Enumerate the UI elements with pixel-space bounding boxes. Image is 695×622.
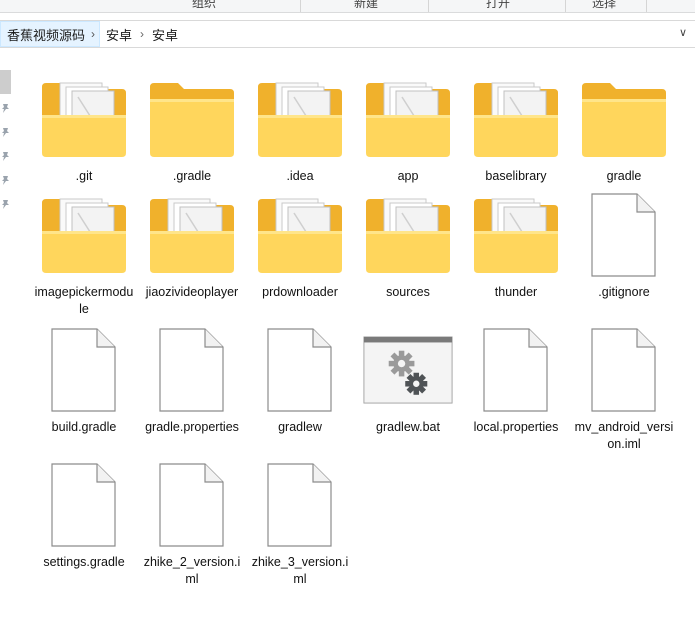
file-item[interactable]: build.gradle <box>32 325 136 436</box>
folder-with-documents-icon <box>39 190 129 280</box>
folder-name: thunder <box>494 285 538 299</box>
pin-icon[interactable] <box>0 103 11 114</box>
folder-item[interactable]: thunder <box>464 190 568 301</box>
folder-item[interactable]: imagepickermodule <box>32 190 136 318</box>
file-name: zhike_3_version.iml <box>251 555 349 586</box>
folder-with-documents-icon <box>39 74 129 164</box>
file-item[interactable]: zhike_3_version.iml <box>248 460 352 588</box>
breadcrumb-label: 安卓 <box>106 27 133 43</box>
file-item[interactable]: gradle.properties <box>140 325 244 436</box>
file-icon <box>147 460 237 550</box>
ribbon-group-organize[interactable]: 组织 <box>192 0 216 11</box>
folder-name: imagepickermodule <box>34 285 134 316</box>
batch-file-gears-icon <box>363 325 453 415</box>
file-name: settings.gradle <box>43 555 125 569</box>
folder-name: .git <box>75 169 93 183</box>
file-item[interactable]: .gitignore <box>572 190 676 301</box>
ribbon-divider <box>565 0 566 12</box>
folder-item[interactable]: prdownloader <box>248 190 352 301</box>
folder-name: baselibrary <box>485 169 547 183</box>
ribbon-group-select[interactable]: 选择 <box>592 0 616 11</box>
folder-icon <box>147 74 237 164</box>
chevron-down-icon[interactable]: ∨ <box>679 26 687 39</box>
folder-name: gradle <box>606 169 642 183</box>
ribbon-group-new[interactable]: 新建 <box>354 0 378 11</box>
folder-with-documents-icon <box>471 74 561 164</box>
file-icon <box>255 460 345 550</box>
file-name: gradle.properties <box>145 420 239 434</box>
pin-icon[interactable] <box>0 175 11 186</box>
folder-item[interactable]: .gradle <box>140 74 244 185</box>
folder-name: .idea <box>286 169 314 183</box>
address-bar[interactable]: 香蕉视频源码 › 安卓 › 安卓 ∨ <box>0 20 695 48</box>
pin-icon[interactable] <box>0 199 11 210</box>
file-name: build.gradle <box>51 420 117 434</box>
folder-item[interactable]: sources <box>356 190 460 301</box>
file-icon <box>471 325 561 415</box>
file-icon <box>579 190 669 280</box>
breadcrumb-item[interactable]: 安卓 <box>146 25 184 44</box>
file-name: .gitignore <box>598 285 650 299</box>
file-name: mv_android_version.iml <box>574 420 674 451</box>
folder-with-documents-icon <box>255 190 345 280</box>
folder-item[interactable]: jiaozivideoplayer <box>140 190 244 301</box>
breadcrumb-root[interactable]: 香蕉视频源码 › <box>0 21 101 47</box>
file-name: gradlew.bat <box>376 420 440 434</box>
ribbon-captions: 组织 新建 打开 选择 <box>0 0 695 13</box>
folder-name: .gradle <box>172 169 212 183</box>
file-name: gradlew <box>278 420 322 434</box>
file-item[interactable]: gradlew.bat <box>356 325 460 436</box>
file-icon <box>39 460 129 550</box>
folder-item[interactable]: .git <box>32 74 136 185</box>
folder-name: sources <box>386 285 430 299</box>
folder-name: jiaozivideoplayer <box>145 285 239 299</box>
folder-with-documents-icon <box>363 74 453 164</box>
file-item[interactable]: mv_android_version.iml <box>572 325 676 453</box>
file-item[interactable]: zhike_2_version.iml <box>140 460 244 588</box>
folder-item[interactable]: app <box>356 74 460 185</box>
folder-icon <box>579 74 669 164</box>
breadcrumb-root-label: 香蕉视频源码 <box>7 27 86 43</box>
ribbon-group-open[interactable]: 打开 <box>486 0 510 11</box>
folder-item[interactable]: .idea <box>248 74 352 185</box>
file-icon <box>39 325 129 415</box>
file-item[interactable]: gradlew <box>248 325 352 436</box>
ribbon-divider <box>428 0 429 12</box>
file-icon <box>579 325 669 415</box>
folder-item[interactable]: baselibrary <box>464 74 568 185</box>
folder-with-documents-icon <box>363 190 453 280</box>
chevron-right-icon[interactable]: › <box>138 27 146 41</box>
nav-scrollbar-thumb[interactable] <box>0 70 11 94</box>
chevron-right-icon[interactable]: › <box>91 27 95 41</box>
file-icon <box>147 325 237 415</box>
pin-icon[interactable] <box>0 151 11 162</box>
navigation-pane <box>0 70 14 220</box>
folder-with-documents-icon <box>147 190 237 280</box>
file-item[interactable]: local.properties <box>464 325 568 436</box>
folder-name: app <box>397 169 419 183</box>
folder-item[interactable]: gradle <box>572 74 676 185</box>
pin-icon[interactable] <box>0 127 11 138</box>
folder-name: prdownloader <box>262 285 338 299</box>
folder-with-documents-icon <box>255 74 345 164</box>
breadcrumb-label: 安卓 <box>152 27 179 43</box>
file-item[interactable]: settings.gradle <box>32 460 136 571</box>
file-name: zhike_2_version.iml <box>143 555 241 586</box>
file-icon <box>255 325 345 415</box>
breadcrumb-item[interactable]: 安卓 <box>100 25 138 44</box>
file-name: local.properties <box>473 420 559 434</box>
ribbon-divider <box>300 0 301 12</box>
folder-with-documents-icon <box>471 190 561 280</box>
ribbon-divider <box>646 0 647 12</box>
